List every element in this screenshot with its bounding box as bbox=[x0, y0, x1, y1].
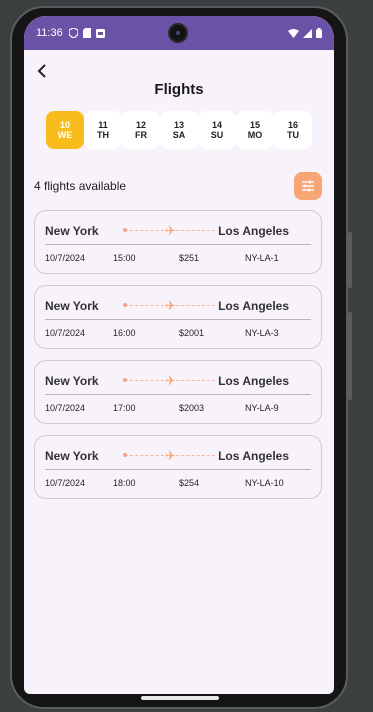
origin-city: New York bbox=[45, 299, 99, 313]
day-chip[interactable]: 12 FR bbox=[122, 111, 160, 149]
flight-time: 16:00 bbox=[113, 328, 136, 338]
destination-city: Los Angeles bbox=[218, 449, 289, 463]
wifi-icon bbox=[288, 28, 299, 38]
flight-code: NY-LA-9 bbox=[245, 403, 279, 413]
flight-code: NY-LA-1 bbox=[245, 253, 279, 263]
flight-price: $2001 bbox=[179, 328, 205, 338]
origin-city: New York bbox=[45, 224, 99, 238]
flight-time: 18:00 bbox=[113, 478, 136, 488]
flight-card[interactable]: New York ✈ Los Angeles 10/7/2024 18:00 $… bbox=[34, 435, 322, 499]
back-button[interactable] bbox=[36, 62, 56, 82]
side-button bbox=[348, 312, 352, 400]
page-title: Flights bbox=[154, 81, 204, 98]
app-screen: 11:36 Flights 10 WE 11 TH 12 FR 13 SA 14 SU 1… bbox=[24, 16, 334, 694]
day-chip[interactable]: 13 SA bbox=[160, 111, 198, 149]
day-chip[interactable]: 15 MO bbox=[236, 111, 274, 149]
home-indicator[interactable] bbox=[141, 696, 219, 700]
side-button bbox=[348, 232, 352, 288]
airplane-icon: ✈ bbox=[165, 373, 176, 388]
battery-icon bbox=[316, 28, 322, 38]
day-chip[interactable]: 10 WE bbox=[46, 111, 84, 149]
flight-price: $254 bbox=[179, 478, 200, 488]
day-number: 13 bbox=[173, 120, 184, 130]
day-of-week: WE bbox=[57, 130, 73, 140]
day-of-week: TH bbox=[97, 130, 109, 140]
day-number: 15 bbox=[249, 120, 260, 130]
flight-card[interactable]: New York ✈ Los Angeles 10/7/2024 17:00 $… bbox=[34, 360, 322, 424]
day-number: 16 bbox=[287, 120, 298, 130]
front-camera bbox=[168, 23, 188, 43]
notification-icon bbox=[95, 28, 105, 38]
arrow-left-icon bbox=[37, 64, 46, 78]
divider bbox=[45, 469, 311, 470]
destination-city: Los Angeles bbox=[218, 224, 289, 238]
destination-city: Los Angeles bbox=[218, 299, 289, 313]
airplane-icon: ✈ bbox=[165, 298, 176, 313]
day-chip[interactable]: 11 TH bbox=[84, 111, 122, 149]
sd-card-icon bbox=[82, 28, 91, 38]
destination-city: Los Angeles bbox=[218, 374, 289, 388]
day-number: 14 bbox=[211, 120, 222, 130]
flight-date: 10/7/2024 bbox=[45, 328, 86, 338]
signal-icon bbox=[303, 28, 312, 38]
flight-time: 17:00 bbox=[113, 403, 136, 413]
origin-city: New York bbox=[45, 449, 99, 463]
sliders-icon bbox=[302, 180, 314, 192]
flight-date: 10/7/2024 bbox=[45, 253, 86, 263]
flight-price: $251 bbox=[179, 253, 200, 263]
flight-time: 15:00 bbox=[113, 253, 136, 263]
flight-code: NY-LA-10 bbox=[245, 478, 284, 488]
status-time: 11:36 bbox=[36, 27, 63, 39]
flights-count: 4 flights available bbox=[34, 179, 127, 193]
day-of-week: FR bbox=[135, 130, 147, 140]
day-number: 10 bbox=[59, 120, 70, 130]
status-right-icons bbox=[288, 28, 322, 38]
flight-price: $2003 bbox=[179, 403, 205, 413]
status-bar: 11:36 bbox=[24, 16, 334, 50]
day-of-week: TU bbox=[287, 130, 299, 140]
origin-city: New York bbox=[45, 374, 99, 388]
airplane-icon: ✈ bbox=[165, 448, 176, 463]
day-number: 11 bbox=[98, 120, 108, 130]
day-number: 12 bbox=[135, 120, 146, 130]
flight-date: 10/7/2024 bbox=[45, 403, 86, 413]
date-selector: 10 WE 11 TH 12 FR 13 SA 14 SU 15 MO 16 TU bbox=[46, 111, 312, 149]
day-of-week: MO bbox=[247, 130, 263, 140]
filter-button[interactable] bbox=[294, 172, 322, 200]
day-chip[interactable]: 14 SU bbox=[198, 111, 236, 149]
flight-date: 10/7/2024 bbox=[45, 478, 86, 488]
status-icons bbox=[68, 28, 105, 38]
day-chip[interactable]: 16 TU bbox=[274, 111, 312, 149]
airplane-icon: ✈ bbox=[165, 223, 176, 238]
divider bbox=[45, 244, 311, 245]
flight-card[interactable]: New York ✈ Los Angeles 10/7/2024 16:00 $… bbox=[34, 285, 322, 349]
flight-code: NY-LA-3 bbox=[245, 328, 279, 338]
day-of-week: SU bbox=[210, 130, 224, 140]
day-of-week: SA bbox=[172, 130, 186, 140]
shield-icon bbox=[68, 28, 78, 38]
divider bbox=[45, 319, 311, 320]
divider bbox=[45, 394, 311, 395]
flight-card[interactable]: New York ✈ Los Angeles 10/7/2024 15:00 $… bbox=[34, 210, 322, 274]
